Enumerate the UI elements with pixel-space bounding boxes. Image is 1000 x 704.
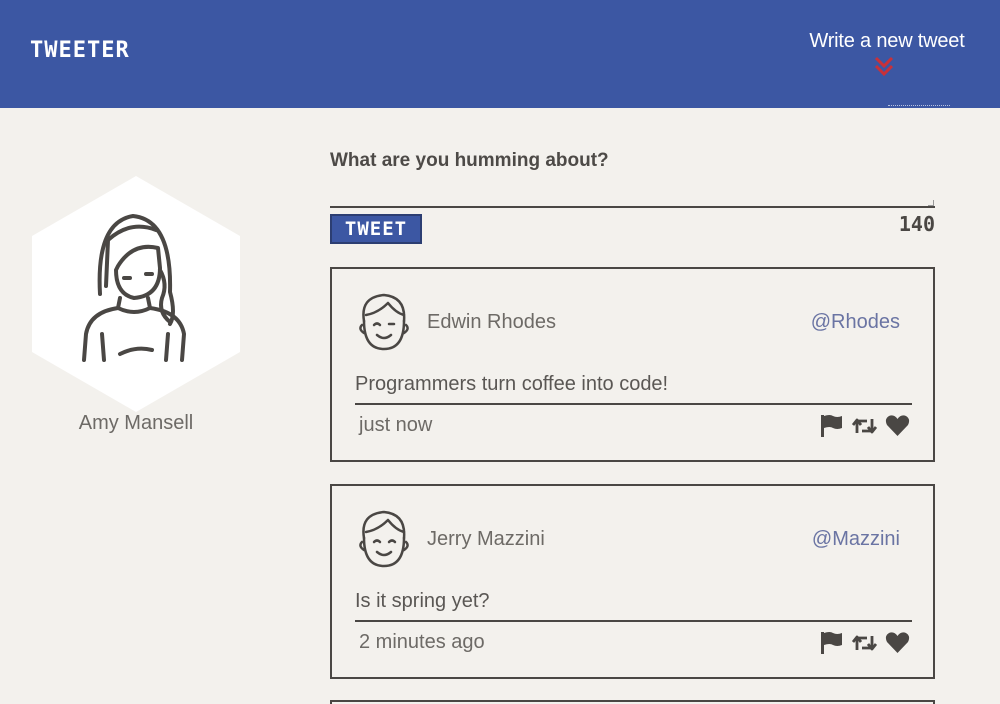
tweet-author-handle[interactable]: @Mazzini — [812, 528, 900, 551]
tweet-card-partial — [330, 700, 935, 704]
tweet-card: Jerry Mazzini @Mazzini Is it spring yet?… — [330, 484, 935, 679]
tweet-timestamp: 2 minutes ago — [359, 631, 485, 653]
brand-logo[interactable]: TWEETER — [30, 38, 130, 63]
flag-icon[interactable] — [818, 413, 845, 439]
heart-icon[interactable] — [884, 413, 911, 439]
double-chevron-down-icon[interactable] — [874, 55, 894, 77]
textarea-resize-handle[interactable] — [928, 200, 934, 206]
top-nav: TWEETER Write a new tweet — [0, 0, 1000, 108]
tweet-textarea[interactable] — [330, 186, 935, 208]
tweet-body: Is it spring yet? — [355, 590, 912, 622]
tweet-author-handle[interactable]: @Rhodes — [811, 311, 900, 334]
tweet-author-name[interactable]: Edwin Rhodes — [427, 311, 556, 334]
composer-prompt: What are you humming about? — [330, 150, 609, 171]
tweet-actions — [818, 413, 911, 439]
tweet-body: Programmers turn coffee into code! — [355, 373, 912, 405]
compose-underline — [888, 105, 950, 106]
flag-icon[interactable] — [818, 630, 845, 656]
user-avatar-icon — [359, 293, 409, 351]
profile-avatar — [32, 176, 240, 412]
tweet-author-name[interactable]: Jerry Mazzini — [427, 528, 545, 551]
heart-icon[interactable] — [884, 630, 911, 656]
tweet-button[interactable]: TWEET — [330, 214, 422, 244]
profile-name: Amy Mansell — [78, 412, 194, 434]
tweet-timestamp: just now — [359, 414, 433, 436]
tweet-actions — [818, 630, 911, 656]
profile-card: Amy Mansell — [30, 174, 242, 434]
character-counter: 140 — [898, 212, 935, 236]
retweet-icon[interactable] — [851, 413, 878, 439]
tweet-card: Edwin Rhodes @Rhodes Programmers turn co… — [330, 267, 935, 462]
compose-toggle-label[interactable]: Write a new tweet — [802, 30, 972, 53]
retweet-icon[interactable] — [851, 630, 878, 656]
compose-toggle[interactable]: Write a new tweet — [802, 30, 972, 106]
user-avatar-icon — [359, 510, 409, 568]
tweet-composer: What are you humming about? TWEET 140 — [330, 150, 935, 244]
